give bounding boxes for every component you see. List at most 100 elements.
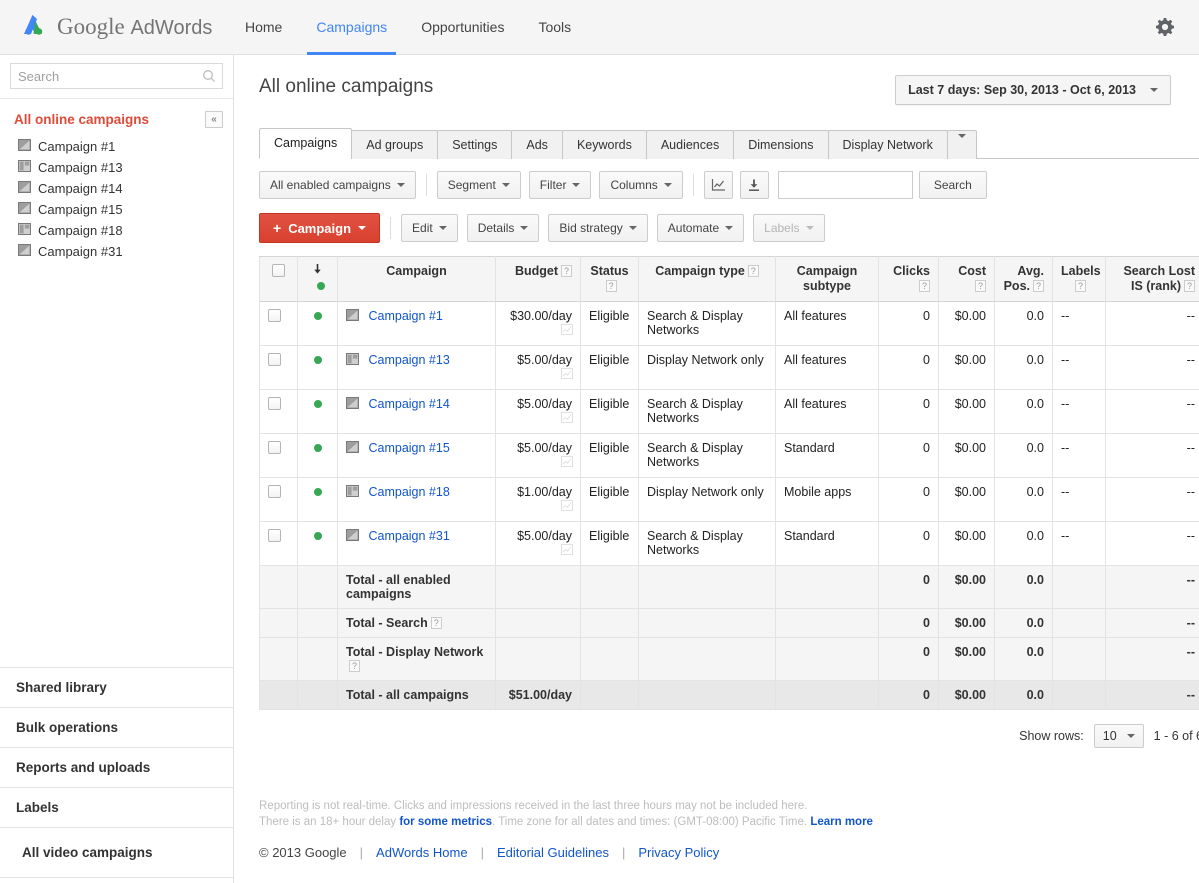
tab-more-dropdown[interactable] — [946, 130, 977, 159]
details-button[interactable]: Details — [466, 214, 540, 242]
sidebar-item-reports-and-uploads[interactable]: Reports and uploads — [0, 747, 233, 787]
row-checkbox-cell[interactable] — [259, 521, 298, 566]
table-row[interactable]: Campaign #13 $5.00/day Eligible Display … — [259, 345, 1199, 390]
sidebar-item-shared-library[interactable]: Shared library — [0, 667, 233, 707]
filter-button[interactable]: Filter — [528, 171, 592, 199]
row-checkbox[interactable] — [268, 397, 281, 410]
sidebar-item-labels[interactable]: Labels — [0, 787, 233, 827]
labels-button[interactable]: Labels — [753, 214, 825, 242]
sidebar-item-campaign-18[interactable]: Campaign #18 — [0, 220, 233, 241]
help-icon[interactable]: ? — [1075, 280, 1086, 292]
sidebar-item-campaign-15[interactable]: Campaign #15 — [0, 199, 233, 220]
tab-ads[interactable]: Ads — [511, 130, 563, 159]
header-search-lost-is[interactable]: Search Lost IS (rank)? — [1105, 256, 1199, 302]
tab-keywords[interactable]: Keywords — [561, 130, 647, 159]
tab-dimensions[interactable]: Dimensions — [733, 130, 829, 159]
campaign-link[interactable]: Campaign #1 — [368, 309, 442, 323]
campaign-link[interactable]: Campaign #18 — [368, 485, 449, 499]
topnav-campaigns[interactable]: Campaigns — [299, 0, 404, 55]
tab-display-network[interactable]: Display Network — [827, 130, 948, 159]
row-budget-cell[interactable]: $5.00/day — [495, 345, 581, 390]
learn-more-link[interactable]: Learn more — [810, 816, 873, 828]
rows-per-page-select[interactable]: 10 — [1093, 724, 1144, 748]
row-checkbox[interactable] — [268, 485, 281, 498]
sidebar-item-campaign-1[interactable]: Campaign #1 — [0, 136, 233, 157]
line-chart-icon[interactable] — [703, 171, 733, 199]
select-all-checkbox[interactable] — [272, 264, 285, 277]
tree-header-label[interactable]: All online campaigns — [14, 112, 149, 127]
table-row[interactable]: Campaign #18 $1.00/day Eligible Display … — [259, 477, 1199, 522]
row-checkbox-cell[interactable] — [259, 433, 298, 478]
header-campaign[interactable]: Campaign — [337, 256, 496, 302]
segment-button[interactable]: Segment — [436, 171, 521, 199]
table-row[interactable]: Campaign #15 $5.00/day Eligible Search &… — [259, 433, 1199, 478]
row-budget-cell[interactable]: $30.00/day — [495, 301, 581, 346]
help-icon[interactable]: ? — [430, 617, 442, 629]
for-some-metrics-link[interactable]: for some metrics — [399, 816, 492, 828]
new-campaign-button[interactable]: + Campaign — [259, 213, 381, 243]
campaign-link[interactable]: Campaign #15 — [368, 441, 449, 455]
campaign-scope-dropdown[interactable]: All enabled campaigns — [259, 171, 416, 199]
help-icon[interactable]: ? — [605, 280, 617, 292]
table-row[interactable]: Campaign #1 $30.00/day Eligible Search &… — [259, 301, 1199, 346]
header-cost[interactable]: Cost? — [938, 256, 995, 302]
row-checkbox-cell[interactable] — [259, 389, 298, 434]
date-range-picker[interactable]: Last 7 days: Sep 30, 2013 - Oct 6, 2013 — [895, 75, 1171, 105]
automate-button[interactable]: Automate — [656, 214, 745, 242]
row-checkbox[interactable] — [268, 309, 281, 322]
table-search-input[interactable] — [777, 171, 913, 199]
row-checkbox[interactable] — [268, 441, 281, 454]
tab-settings[interactable]: Settings — [437, 130, 513, 159]
campaign-link[interactable]: Campaign #14 — [368, 397, 449, 411]
adwords-home-link[interactable]: AdWords Home — [376, 845, 468, 860]
header-status[interactable]: Status? — [580, 256, 639, 302]
help-icon[interactable]: ? — [1033, 280, 1044, 292]
row-checkbox-cell[interactable] — [259, 301, 298, 346]
budget-chart-icon[interactable] — [561, 544, 573, 558]
row-checkbox[interactable] — [268, 353, 281, 366]
budget-chart-icon[interactable] — [561, 412, 573, 426]
table-row[interactable]: Campaign #14 $5.00/day Eligible Search &… — [259, 389, 1199, 434]
header-avg-pos[interactable]: Avg. Pos.? — [994, 256, 1053, 302]
sidebar-item-campaign-31[interactable]: Campaign #31 — [0, 241, 233, 262]
header-status-sort[interactable] — [297, 256, 338, 302]
privacy-policy-link[interactable]: Privacy Policy — [638, 845, 719, 860]
sidebar-item-bulk-operations[interactable]: Bulk operations — [0, 707, 233, 747]
header-select-all[interactable] — [259, 256, 298, 302]
collapse-sidebar-icon[interactable]: « — [205, 111, 223, 128]
campaign-link[interactable]: Campaign #13 — [368, 353, 449, 367]
table-search-button[interactable]: Search — [918, 171, 987, 199]
row-checkbox-cell[interactable] — [259, 345, 298, 390]
download-icon[interactable] — [739, 171, 769, 199]
help-icon[interactable]: ? — [1184, 280, 1195, 292]
sidebar-item-all-video-campaigns[interactable]: All video campaigns — [0, 827, 233, 877]
search-box[interactable] — [10, 63, 223, 89]
help-icon[interactable]: ? — [561, 265, 572, 277]
topnav-tools[interactable]: Tools — [521, 0, 588, 55]
header-clicks[interactable]: Clicks? — [878, 256, 939, 302]
header-campaign-type[interactable]: Campaign type? — [638, 256, 776, 302]
budget-chart-icon[interactable] — [561, 456, 573, 470]
row-budget-cell[interactable]: $5.00/day — [495, 389, 581, 434]
header-campaign-subtype[interactable]: Campaign subtype — [775, 256, 879, 302]
row-checkbox[interactable] — [268, 529, 281, 542]
row-budget-cell[interactable]: $5.00/day — [495, 521, 581, 566]
logo[interactable]: Google AdWords — [0, 12, 212, 42]
help-icon[interactable]: ? — [975, 280, 986, 292]
budget-chart-icon[interactable] — [561, 324, 573, 338]
header-budget[interactable]: Budget? — [495, 256, 581, 302]
columns-button[interactable]: Columns — [599, 171, 683, 199]
help-icon[interactable]: ? — [919, 280, 930, 292]
tab-ad-groups[interactable]: Ad groups — [351, 130, 439, 159]
row-budget-cell[interactable]: $1.00/day — [495, 477, 581, 522]
sidebar-item-campaign-14[interactable]: Campaign #14 — [0, 178, 233, 199]
help-icon[interactable]: ? — [349, 660, 360, 672]
tab-campaigns[interactable]: Campaigns — [259, 128, 353, 159]
bid-strategy-button[interactable]: Bid strategy — [548, 214, 648, 242]
budget-chart-icon[interactable] — [561, 368, 573, 382]
topnav-opportunities[interactable]: Opportunities — [404, 0, 521, 55]
row-budget-cell[interactable]: $5.00/day — [495, 433, 581, 478]
gear-icon[interactable] — [1155, 16, 1177, 41]
budget-chart-icon[interactable] — [561, 500, 573, 514]
help-icon[interactable]: ? — [747, 265, 759, 277]
